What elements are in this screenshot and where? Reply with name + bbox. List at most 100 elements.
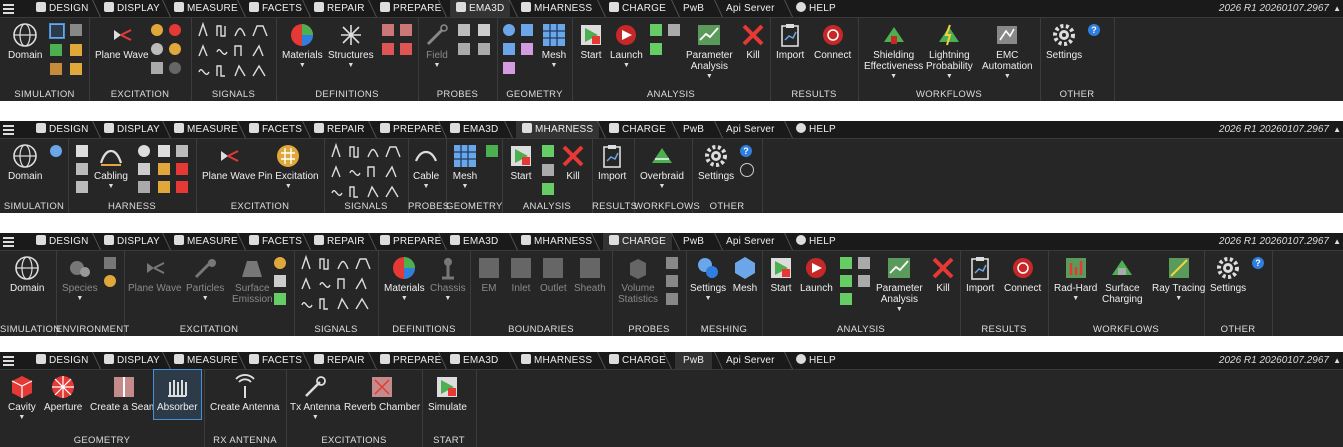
field-button[interactable]: Field ▼ — [424, 22, 450, 69]
menu-icon[interactable] — [3, 123, 14, 135]
pin-excitation-button[interactable]: Pin Excitation ▼ — [258, 143, 319, 190]
structures-button[interactable]: Structures ▼ — [328, 22, 374, 69]
probe-grid-icon[interactable] — [478, 24, 490, 36]
materials-button[interactable]: Materials ▼ — [282, 22, 323, 69]
connect-button[interactable]: Connect — [1004, 255, 1041, 294]
domain-small-icon[interactable] — [50, 145, 62, 157]
tab-help[interactable]: Help — [784, 233, 836, 250]
connect-button[interactable]: Connect — [814, 22, 851, 61]
create-seam-button[interactable]: Create a Seam — [90, 374, 157, 413]
em-button[interactable]: EM — [476, 255, 502, 294]
run-flag-icon[interactable] — [858, 257, 870, 269]
run-b-icon[interactable] — [858, 275, 870, 287]
tab-api-server[interactable]: Api Server — [714, 352, 775, 369]
mesh-button[interactable]: Mesh — [732, 255, 758, 294]
run-small-icon[interactable] — [840, 257, 852, 269]
tab-design[interactable]: Design — [36, 233, 89, 250]
tab-mharness[interactable]: MHARNESS — [509, 352, 592, 369]
tab-facets[interactable]: Facets — [237, 0, 302, 17]
collapse-caret-icon[interactable]: ▲ — [1333, 121, 1341, 138]
probe-icon[interactable] — [151, 43, 163, 55]
run-green-icon[interactable] — [840, 275, 852, 287]
tab-pwb[interactable]: PwB — [671, 233, 704, 250]
import-button[interactable]: Import — [966, 255, 994, 294]
surface-charging-button[interactable]: Surface Charging — [1102, 255, 1143, 305]
run-flag-icon[interactable] — [542, 164, 554, 176]
tab-help[interactable]: Help — [784, 0, 836, 17]
inlet-button[interactable]: Inlet — [508, 255, 534, 294]
probe-a-icon[interactable] — [666, 257, 678, 269]
sun-icon[interactable] — [169, 43, 181, 55]
tab-display[interactable]: Display — [92, 352, 160, 369]
species-button[interactable]: Species ▼ — [62, 255, 98, 302]
exc-a-icon[interactable] — [274, 257, 286, 269]
parameter-analysis-button[interactable]: Parameter Analysis ▼ — [876, 255, 923, 313]
tab-measure[interactable]: Measure — [162, 0, 238, 17]
box-orange-icon[interactable] — [70, 63, 82, 75]
ray-tracing-button[interactable]: Ray Tracing ▼ — [1152, 255, 1205, 302]
harness-c-icon[interactable] — [76, 181, 88, 193]
signal-waveforms-icon[interactable] — [300, 255, 372, 311]
connector3-icon[interactable] — [176, 163, 188, 175]
search-icon[interactable] — [740, 163, 754, 177]
domain-button[interactable]: Domain — [8, 22, 42, 61]
import-button[interactable]: Import — [598, 143, 626, 182]
run-green-icon[interactable] — [650, 43, 662, 55]
exc-b-icon[interactable] — [274, 275, 286, 287]
connector2-icon[interactable] — [158, 163, 170, 175]
tab-facets[interactable]: Facets — [237, 233, 302, 250]
tab-charge[interactable]: CHARGE — [591, 233, 672, 250]
run-flag-icon[interactable] — [668, 24, 680, 36]
mesh-button[interactable]: Mesh ▼ — [452, 143, 478, 190]
tab-repair[interactable]: Repair — [302, 233, 365, 250]
tab-charge[interactable]: CHARGE — [597, 352, 666, 369]
layer4-icon[interactable] — [400, 43, 412, 55]
materials-button[interactable]: Materials ▼ — [384, 255, 425, 302]
node2-icon[interactable] — [158, 145, 170, 157]
tab-facets[interactable]: Facets — [237, 121, 302, 138]
menu-icon[interactable] — [3, 235, 14, 247]
source-red-icon[interactable] — [169, 24, 181, 36]
exc-c-icon[interactable] — [274, 293, 286, 305]
harness-b-icon[interactable] — [76, 163, 88, 175]
tab-repair[interactable]: Repair — [302, 352, 365, 369]
tab-prepare[interactable]: Prepare — [368, 233, 441, 250]
tab-repair[interactable]: Repair — [302, 0, 365, 17]
tx-antenna-button[interactable]: Tx Antenna ▼ — [290, 374, 341, 421]
tab-measure[interactable]: Measure — [162, 352, 238, 369]
cavity-button[interactable]: Cavity ▼ — [8, 374, 36, 421]
parameter-analysis-button[interactable]: Parameter Analysis ▼ — [686, 22, 733, 80]
tab-ema3d[interactable]: EMA3D — [438, 121, 498, 138]
settings-button[interactable]: Settings — [1210, 255, 1246, 294]
domain-button[interactable]: Domain — [10, 255, 44, 294]
tab-prepare[interactable]: Prepare — [368, 0, 441, 17]
run-c-icon[interactable] — [840, 293, 852, 305]
layer2-icon[interactable] — [400, 24, 412, 36]
pin2-icon[interactable] — [158, 181, 170, 193]
rad-hard-button[interactable]: Rad-Hard ▼ — [1054, 255, 1097, 302]
env-a-icon[interactable] — [104, 257, 116, 269]
pin3-icon[interactable] — [176, 181, 188, 193]
shape-pink-icon[interactable] — [503, 62, 515, 74]
help-icon[interactable]: ? — [1252, 257, 1264, 269]
help-icon[interactable]: ? — [1088, 24, 1100, 36]
dot-icon[interactable] — [169, 62, 181, 74]
probe-list-icon[interactable] — [458, 24, 470, 36]
tab-display[interactable]: Display — [92, 233, 160, 250]
reverb-chamber-button[interactable]: Reverb Chamber — [344, 374, 420, 413]
overbraid-button[interactable]: Overbraid ▼ — [640, 143, 684, 190]
tab-ema3d[interactable]: EMA3D — [438, 352, 498, 369]
shape-icon[interactable] — [503, 43, 515, 55]
tab-api-server[interactable]: Api Server — [714, 233, 775, 250]
tab-pwb[interactable]: PwB — [671, 121, 704, 138]
connector-icon[interactable] — [138, 163, 150, 175]
mesh-button[interactable]: Mesh ▼ — [541, 22, 567, 69]
probe-c-icon[interactable] — [666, 293, 678, 305]
emc-automation-button[interactable]: EMC Automation ▼ — [982, 22, 1033, 80]
surface-emission-button[interactable]: Surface Emission — [232, 255, 273, 305]
domain-button[interactable]: Domain — [8, 143, 42, 182]
sphere-icon[interactable] — [503, 24, 515, 36]
mesh-settings-button[interactable]: Settings ▼ — [690, 255, 726, 302]
signal-waveforms-icon[interactable] — [197, 22, 269, 78]
run-green-icon[interactable] — [542, 183, 554, 195]
